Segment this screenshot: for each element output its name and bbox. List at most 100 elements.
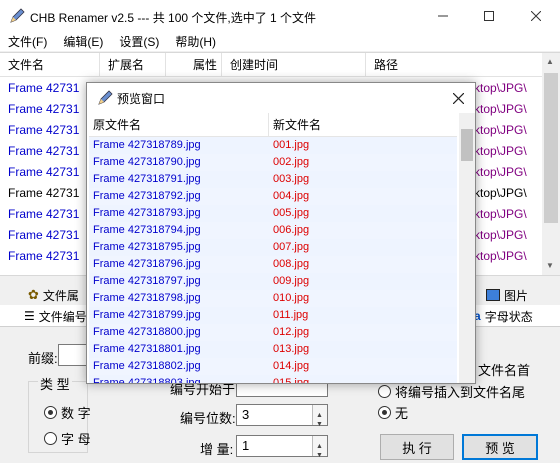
- col-path[interactable]: 路径: [366, 53, 542, 77]
- col-extension[interactable]: 扩展名: [100, 53, 166, 77]
- digits-value: 3: [242, 407, 250, 422]
- preview-list[interactable]: 原文件名 新文件名 Frame 427318789.jpg 001.jpg Fram…: [89, 113, 475, 383]
- preview-original-name: Frame 427318798.jpg: [93, 292, 201, 304]
- close-button[interactable]: [513, 0, 559, 32]
- tab-letter-case[interactable]: a 字母状态: [474, 305, 533, 327]
- preview-new-name: 010.jpg: [273, 292, 310, 304]
- scroll-up-icon[interactable]: ▲: [546, 57, 554, 66]
- preview-row[interactable]: Frame 427318801.jpg 013.jpg: [89, 341, 457, 358]
- preview-original-name: Frame 427318790.jpg: [93, 156, 201, 168]
- menu-help[interactable]: 帮助(H): [175, 33, 216, 50]
- close-icon: [452, 92, 464, 104]
- file-row-name[interactable]: Frame 42731: [0, 99, 100, 120]
- preview-row[interactable]: Frame 427318789.jpg 001.jpg: [89, 137, 457, 154]
- col-created[interactable]: 创建时间: [222, 53, 366, 77]
- scroll-thumb[interactable]: [461, 129, 473, 161]
- preview-original-name: Frame 427318803.jpg: [93, 377, 201, 383]
- tab-image[interactable]: 图片: [486, 284, 528, 306]
- preview-vscrollbar[interactable]: [459, 113, 475, 383]
- col-new-name[interactable]: 新文件名: [269, 113, 457, 137]
- preview-row[interactable]: Frame 427318803.jpg 015.jpg: [89, 375, 457, 383]
- list-icon: ☰: [24, 309, 35, 323]
- file-row-name[interactable]: Frame 42731: [0, 183, 100, 204]
- window-title: CHB Renamer v2.5 --- 共 100 个文件,选中了 1 个文件: [30, 11, 317, 25]
- preview-row[interactable]: Frame 427318794.jpg 006.jpg: [89, 222, 457, 239]
- preview-row[interactable]: Frame 427318795.jpg 007.jpg: [89, 239, 457, 256]
- prefix-label: 前缀:: [28, 351, 58, 366]
- file-row-path[interactable]: ktop\JPG\: [474, 162, 540, 183]
- file-row-name[interactable]: Frame 42731: [0, 120, 100, 141]
- scroll-down-icon[interactable]: ▼: [546, 261, 554, 270]
- file-row-path[interactable]: ktop\JPG\: [474, 120, 540, 141]
- preview-button[interactable]: 预 览: [462, 434, 538, 460]
- menu-settings[interactable]: 设置(S): [119, 33, 159, 50]
- spin-buttons[interactable]: ▲ ▼: [312, 405, 327, 428]
- tab-label: 文件编号: [38, 309, 87, 324]
- preview-original-name: Frame 427318792.jpg: [93, 190, 201, 202]
- col-original-name[interactable]: 原文件名: [89, 113, 269, 137]
- minimize-button[interactable]: [420, 0, 466, 32]
- tab-label: 图片: [504, 288, 529, 303]
- file-row-name[interactable]: Frame 42731: [0, 246, 100, 267]
- file-row-path[interactable]: ktop\JPG\: [474, 246, 540, 267]
- file-row-path[interactable]: ktop\JPG\: [474, 225, 540, 246]
- file-list-header: 文件名 扩展名 属性 创建时间 路径: [0, 53, 542, 77]
- spin-buttons[interactable]: ▲ ▼: [312, 436, 327, 459]
- preview-row[interactable]: Frame 427318790.jpg 002.jpg: [89, 154, 457, 171]
- preview-row[interactable]: Frame 427318798.jpg 010.jpg: [89, 290, 457, 307]
- preview-row[interactable]: Frame 427318800.jpg 012.jpg: [89, 324, 457, 341]
- radio-letter[interactable]: 字 母: [44, 429, 91, 448]
- scroll-thumb[interactable]: [544, 73, 558, 223]
- tab-file-attributes[interactable]: ✿ 文件属: [28, 284, 79, 306]
- file-row-path[interactable]: ktop\JPG\: [474, 99, 540, 120]
- tab-file-numbering[interactable]: ☰ 文件编号: [24, 305, 87, 327]
- col-attributes[interactable]: 属性: [166, 53, 222, 77]
- digits-stepper[interactable]: 3 ▲ ▼: [236, 404, 328, 428]
- run-button[interactable]: 执 行: [380, 434, 454, 460]
- preview-new-name: 014.jpg: [273, 360, 310, 372]
- file-row-path[interactable]: ktop\JPG\: [474, 78, 540, 99]
- picture-icon: [486, 289, 500, 301]
- file-row-name[interactable]: Frame 42731: [0, 78, 100, 99]
- radio-insert-tail-label: 将编号插入到文件名尾: [395, 385, 526, 400]
- radio-dot-icon: [378, 385, 391, 398]
- radio-none[interactable]: 无: [378, 403, 408, 422]
- file-row-name[interactable]: Frame 42731: [0, 141, 100, 162]
- preview-new-name: 007.jpg: [273, 241, 310, 253]
- gear-icon: ✿: [28, 287, 39, 302]
- preview-row[interactable]: Frame 427318796.jpg 008.jpg: [89, 256, 457, 273]
- preview-row[interactable]: Frame 427318802.jpg 014.jpg: [89, 358, 457, 375]
- preview-row[interactable]: Frame 427318793.jpg 005.jpg: [89, 205, 457, 222]
- file-row-path[interactable]: ktop\JPG\: [474, 141, 540, 162]
- preview-row[interactable]: Frame 427318792.jpg 004.jpg: [89, 188, 457, 205]
- radio-digit[interactable]: 数 字: [44, 403, 91, 422]
- menu-file[interactable]: 文件(F): [8, 33, 47, 50]
- menu-edit[interactable]: 编辑(E): [63, 33, 103, 50]
- preview-original-name: Frame 427318793.jpg: [93, 207, 201, 219]
- preview-dialog-title: 预览窗口: [117, 92, 166, 106]
- menu-bar: 文件(F) 编辑(E) 设置(S) 帮助(H): [0, 32, 560, 51]
- col-filename[interactable]: 文件名: [0, 53, 100, 77]
- file-row-name[interactable]: Frame 42731: [0, 204, 100, 225]
- maximize-button[interactable]: [466, 0, 512, 32]
- radio-insert-tail[interactable]: 将编号插入到文件名尾: [378, 382, 525, 401]
- preview-row[interactable]: Frame 427318797.jpg 009.jpg: [89, 273, 457, 290]
- preview-original-name: Frame 427318791.jpg: [93, 173, 201, 185]
- radio-digit-label: 数 字: [61, 406, 91, 421]
- preview-original-name: Frame 427318801.jpg: [93, 343, 201, 355]
- increment-stepper[interactable]: 1 ▲ ▼: [236, 435, 328, 459]
- radio-none-label: 无: [395, 406, 409, 421]
- preview-close-button[interactable]: [447, 87, 469, 109]
- preview-row[interactable]: Frame 427318799.jpg 011.jpg: [89, 307, 457, 324]
- tab-label: 文件属: [42, 288, 79, 303]
- file-row-name[interactable]: Frame 42731: [0, 225, 100, 246]
- app-pencil-icon: [10, 8, 25, 23]
- file-list-vscrollbar[interactable]: ▲ ▼: [542, 53, 560, 275]
- maximize-icon: [484, 11, 494, 21]
- file-row-path[interactable]: ktop\JPG\: [474, 204, 540, 225]
- preview-original-name: Frame 427318795.jpg: [93, 241, 201, 253]
- file-row-path[interactable]: ktop\JPG\: [474, 183, 540, 204]
- file-row-name[interactable]: Frame 42731: [0, 162, 100, 183]
- preview-row[interactable]: Frame 427318791.jpg 003.jpg: [89, 171, 457, 188]
- preview-original-name: Frame 427318794.jpg: [93, 224, 201, 236]
